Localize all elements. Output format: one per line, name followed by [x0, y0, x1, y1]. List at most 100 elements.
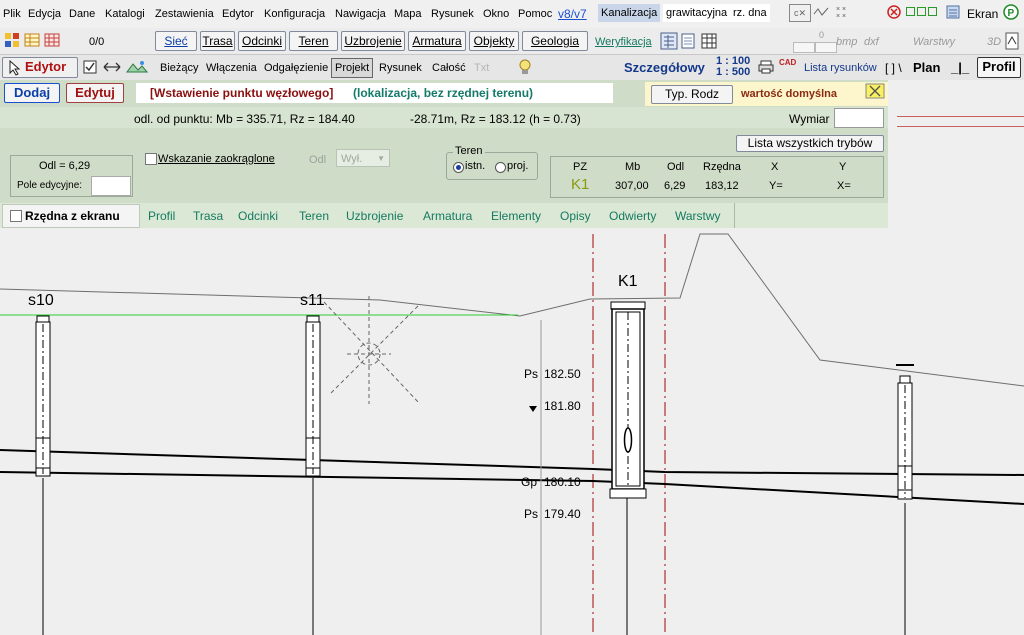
mode-current[interactable]: Bieżący [160, 62, 199, 74]
profile-canvas[interactable]: s10 s11 K1 Ps 182.50 181.80 Gp 180.10 Ps… [0, 228, 1024, 635]
tab-teren[interactable]: Teren [299, 209, 329, 223]
rounded-checkbox[interactable] [145, 153, 157, 165]
menu-edytor[interactable]: Edytor [222, 8, 254, 20]
tab-warstwy[interactable]: Warstwy [675, 209, 721, 223]
menu-zestawienia[interactable]: Zestawienia [155, 8, 214, 20]
p-circle-icon[interactable]: P [1003, 4, 1019, 20]
manhole-right[interactable] [896, 364, 914, 500]
dimension-input[interactable] [834, 108, 884, 128]
odl-select[interactable]: Wył. ▼ [336, 149, 390, 167]
all-modes-button[interactable]: Lista wszystkich trybów [736, 135, 884, 152]
dxf-export[interactable]: dxf [864, 36, 879, 48]
scatter-icon[interactable]: × ×× × [835, 5, 849, 19]
window-icon-3[interactable] [928, 7, 937, 16]
verification-link[interactable]: Weryfikacja [595, 36, 652, 48]
manhole-s10[interactable] [35, 315, 51, 477]
3d-toggle-icon[interactable] [1005, 32, 1019, 50]
calculator-icon[interactable] [660, 32, 678, 50]
window-icon-2[interactable] [917, 7, 926, 16]
mode-inclusions[interactable]: Włączenia [206, 62, 257, 74]
bracket-toggle[interactable]: [ ] \ [885, 61, 902, 75]
terrain-button[interactable]: Teren [289, 31, 338, 51]
menu-edycja[interactable]: Edycja [28, 8, 61, 20]
screen-ordinate-checkbox[interactable] [10, 210, 22, 222]
tab-grawitacyjna[interactable]: grawitacyjna [663, 4, 731, 22]
menu-mapa[interactable]: Mapa [394, 8, 422, 20]
geology-button[interactable]: Geologia [522, 31, 588, 51]
scale-bottom[interactable]: 1 : 500 [716, 67, 750, 78]
cad-icon[interactable]: CAD [779, 58, 796, 67]
sheet-tool-icon[interactable] [44, 32, 60, 48]
network-button[interactable]: Sieć [155, 31, 197, 51]
mode-txt[interactable]: Txt [474, 62, 489, 74]
map-icon[interactable] [126, 59, 148, 75]
menu-konfiguracja[interactable]: Konfiguracja [264, 8, 325, 20]
wave-icon[interactable] [813, 6, 829, 18]
checklist-icon[interactable] [83, 60, 97, 74]
tab-opisy[interactable]: Opisy [560, 209, 591, 223]
edit-field-input[interactable] [91, 176, 131, 196]
menu-plik[interactable]: Plik [3, 8, 21, 20]
fittings-button[interactable]: Armatura [408, 31, 466, 51]
view3d-label[interactable]: 3D [987, 36, 1001, 48]
close-circle-icon[interactable] [887, 5, 901, 19]
plan-view-button[interactable]: Plan [913, 60, 940, 75]
list-icon[interactable] [946, 5, 960, 19]
arrows-icon[interactable] [103, 60, 121, 74]
mode-drawing[interactable]: Rysunek [379, 62, 422, 74]
version-link[interactable]: v8/v7 [558, 7, 587, 21]
tab-uzbrojenie[interactable]: Uzbrojenie [346, 209, 403, 223]
menu-katalogi[interactable]: Katalogi [105, 8, 145, 20]
menu-nawigacja[interactable]: Nawigacja [335, 8, 386, 20]
radio-project-label[interactable]: proj. [507, 160, 528, 172]
stepper-right[interactable] [815, 42, 837, 53]
table-tool-icon[interactable] [24, 32, 40, 48]
tab-armatura[interactable]: Armatura [423, 209, 472, 223]
grid-tool-icon[interactable] [4, 32, 20, 48]
lightbulb-icon[interactable] [517, 58, 533, 76]
tab-kanalizacja[interactable]: Kanalizacja [598, 4, 661, 22]
snap-icon[interactable]: c✕ [789, 4, 811, 22]
document-icon[interactable] [681, 33, 695, 49]
printer-icon[interactable] [758, 60, 774, 74]
route-button[interactable]: Trasa [200, 31, 235, 51]
profile-view-button[interactable]: Profil [977, 57, 1021, 78]
tab-odwierty[interactable]: Odwierty [609, 209, 656, 223]
utilities-button[interactable]: Uzbrojenie [341, 31, 405, 51]
mode-branch[interactable]: Odgałęzienie [264, 62, 328, 74]
close-yellow-icon[interactable] [865, 83, 885, 99]
mode-whole[interactable]: Całość [432, 62, 466, 74]
layers-label[interactable]: Warstwy [913, 36, 955, 48]
menu-pomoc[interactable]: Pomoc [518, 8, 552, 20]
tab-profil[interactable]: Profil [148, 209, 175, 223]
menu-rysunek[interactable]: Rysunek [431, 8, 474, 20]
drawing-list-link[interactable]: Lista rysunków [804, 62, 877, 74]
manhole-k1[interactable] [609, 301, 647, 499]
tab-rz-dna[interactable]: rz. dna [730, 4, 770, 22]
sheet-icon[interactable] [701, 33, 717, 49]
type-button[interactable]: Typ. Rodz [651, 85, 733, 104]
menu-dane[interactable]: Dane [69, 8, 95, 20]
screen-ordinate-toggle[interactable]: Rzędna z ekranu [2, 204, 140, 228]
add-button[interactable]: Dodaj [4, 83, 60, 103]
tab-odcinki[interactable]: Odcinki [238, 209, 278, 223]
radio-existing-label[interactable]: istn. [465, 160, 485, 172]
objects-button[interactable]: Objekty [469, 31, 519, 51]
bmp-export[interactable]: bmp [836, 36, 857, 48]
tab-trasa[interactable]: Trasa [193, 209, 223, 223]
window-icon-1[interactable] [906, 7, 915, 16]
segments-button[interactable]: Odcinki [238, 31, 286, 51]
screen-label[interactable]: Ekran [967, 7, 998, 21]
tab-elementy[interactable]: Elementy [491, 209, 541, 223]
detail-label[interactable]: Szczegółowy [624, 60, 705, 75]
mode-project[interactable]: Projekt [331, 58, 374, 78]
stepper-left[interactable] [793, 42, 815, 53]
menu-okno[interactable]: Okno [483, 8, 509, 20]
radio-project[interactable] [495, 162, 506, 173]
rounded-check-label[interactable]: Wskazanie zaokrąglone [158, 153, 275, 165]
editor-button[interactable]: Edytor [2, 57, 78, 78]
edit-button[interactable]: Edytuj [66, 83, 124, 103]
manhole-s11[interactable] [305, 315, 321, 477]
radio-existing[interactable] [453, 162, 464, 173]
section-button[interactable]: _|_ [951, 60, 969, 75]
